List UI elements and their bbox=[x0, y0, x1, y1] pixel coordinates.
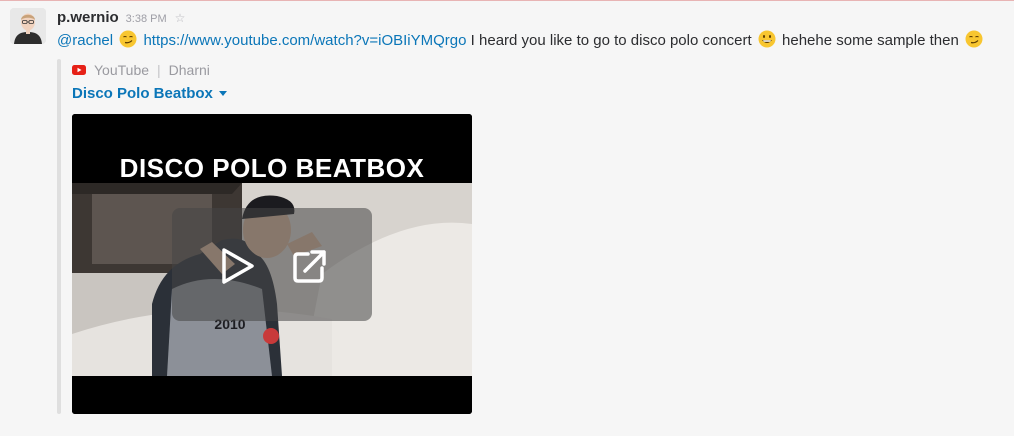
message-text-1: I heard you like to go to disco polo con… bbox=[470, 32, 752, 49]
grin-emoji bbox=[758, 30, 776, 54]
smirk-emoji bbox=[119, 30, 137, 54]
external-link-icon[interactable] bbox=[290, 246, 330, 286]
message-body: @rachel https://www.youtube.com/watch?v=… bbox=[57, 30, 1007, 54]
youtube-link[interactable]: https://www.youtube.com/watch?v=iOBIiYMQ… bbox=[143, 32, 466, 49]
attachment-bar bbox=[57, 59, 61, 414]
video-thumbnail[interactable]: 2010 DISCO POLO BEATBOX bbox=[72, 114, 472, 414]
user-mention[interactable]: @rachel bbox=[57, 32, 113, 49]
star-icon[interactable]: ☆ bbox=[175, 11, 186, 25]
attachment-service: YouTube | Dharni bbox=[72, 62, 210, 78]
attachment-title-row[interactable]: Disco Polo Beatbox bbox=[72, 85, 227, 102]
smirk-emoji bbox=[965, 30, 983, 54]
video-banner: DISCO POLO BEATBOX bbox=[120, 153, 425, 183]
play-icon[interactable] bbox=[214, 244, 258, 288]
message-text-2: hehehe some sample then bbox=[782, 32, 959, 49]
separator: | bbox=[157, 62, 161, 78]
author-name[interactable]: Dharni bbox=[169, 62, 210, 78]
caret-down-icon[interactable] bbox=[218, 91, 227, 96]
youtube-icon bbox=[72, 65, 86, 75]
divider-line bbox=[0, 0, 1014, 1]
avatar[interactable] bbox=[10, 8, 46, 44]
message-header: p.wernio 3:38 PM ☆ bbox=[57, 9, 185, 29]
timestamp[interactable]: 3:38 PM bbox=[126, 13, 167, 25]
service-name[interactable]: YouTube bbox=[94, 62, 149, 78]
video-title-link[interactable]: Disco Polo Beatbox bbox=[72, 85, 213, 102]
sender-name[interactable]: p.wernio bbox=[57, 9, 119, 26]
video-controls-overlay bbox=[172, 208, 372, 321]
